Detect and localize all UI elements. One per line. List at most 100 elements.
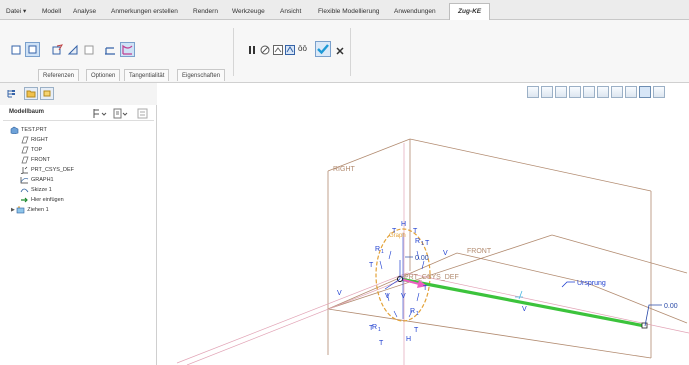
subtab-optionen[interactable]: Optionen (86, 69, 121, 81)
close-icon[interactable] (334, 45, 346, 57)
tree-item-sketch[interactable]: Skizze 1 (20, 185, 52, 195)
menu-bar: Datei ▾ Modell Analyse Anmerkungen erste… (0, 0, 689, 21)
viewport-canvas[interactable]: HT T R1 R1 TT VV TR 1 TR 1 HTT VV V RIGHT F… (157, 83, 689, 365)
svg-text:1: 1 (416, 311, 419, 317)
remove-material-icon[interactable] (51, 44, 63, 56)
annotation-display-icon[interactable] (639, 86, 651, 98)
thicken-icon[interactable] (67, 44, 79, 56)
tree-item-top[interactable]: TOP (20, 145, 42, 155)
graphics-area[interactable]: HTT R1 R1 TT VV TR1 TR1 HTT VV V RIGHT F… (157, 83, 689, 365)
display-style-icon[interactable] (583, 86, 595, 98)
part-icon (10, 126, 19, 134)
svg-text:T: T (379, 340, 384, 347)
checkmark-icon[interactable] (315, 41, 331, 57)
pause-icon[interactable] (246, 44, 258, 56)
tree-settings-icon[interactable] (92, 108, 107, 119)
tab-rendern[interactable]: Rendern (193, 5, 218, 19)
tab-zug-ke[interactable]: Zug-KE (449, 3, 491, 21)
tree-item-part[interactable]: TEST.PRT (10, 125, 47, 135)
model-tree-panel: Modellbaum TEST.PRT RIGHT TOP FRONT PRT_… (0, 83, 157, 365)
svg-text:T: T (425, 240, 430, 247)
repaint-icon[interactable] (569, 86, 581, 98)
preview-geometry-icon[interactable] (272, 44, 284, 56)
svg-text:1: 1 (421, 241, 424, 247)
dimension-1[interactable]: 0.00 (405, 255, 429, 262)
solid-sweep-icon[interactable] (10, 44, 22, 56)
datum-plane-icon (21, 136, 29, 143)
datum-display-icon[interactable] (625, 86, 637, 98)
glasses-icon[interactable]: ōō (298, 44, 307, 53)
tab-datei[interactable]: Datei ▾ (6, 5, 26, 19)
tab-flexible-modellierung[interactable]: Flexible Modellierung (318, 5, 379, 19)
svg-text:H: H (401, 221, 406, 228)
trajectory-end-point[interactable] (641, 322, 648, 329)
svg-text:T: T (413, 228, 418, 235)
graph-label: Graph (389, 233, 406, 239)
csys-icon (20, 166, 28, 174)
tree-item-label: Hier einfügen (31, 197, 64, 203)
datum-plane-icon (21, 156, 29, 163)
tree-item-right[interactable]: RIGHT (20, 135, 48, 145)
svg-text:T: T (414, 327, 419, 334)
tree-item-label: TEST.PRT (21, 127, 47, 133)
verify-mode-icon[interactable] (284, 44, 296, 56)
variable-section-icon[interactable] (120, 42, 135, 57)
tree-item-label: PRT_CSYS_DEF (31, 167, 74, 173)
svg-text:R: R (415, 238, 420, 245)
trajectory-origin-label: Ursprung (577, 280, 606, 287)
favorites-icon[interactable] (40, 87, 54, 100)
subtab-referenzen[interactable]: Referenzen (38, 69, 80, 81)
sketch-icon (20, 188, 29, 192)
tree-item-label: Skizze 1 (31, 187, 52, 193)
saved-orientations-icon[interactable] (597, 86, 609, 98)
model-tree-tab-icon[interactable] (6, 88, 17, 99)
subtab-eigenschaften[interactable]: Eigenschaften (177, 69, 226, 81)
tree-item-csys[interactable]: PRT_CSYS_DEF (20, 165, 74, 175)
svg-text:R: R (410, 308, 415, 315)
tab-anwendungen[interactable]: Anwendungen (394, 5, 436, 19)
tree-item-sweep[interactable]: ▶ Ziehen 1 (11, 205, 49, 215)
zoom-in-icon[interactable] (541, 86, 553, 98)
datum-plane-icon (21, 146, 29, 153)
view-manager-icon[interactable] (611, 86, 623, 98)
no-preview-icon[interactable] (259, 44, 271, 56)
subtab-tangentialitaet[interactable]: Tangentialität (124, 69, 170, 81)
dimension-value-2[interactable]: 0.00 (664, 303, 678, 310)
model-tree-title: Modellbaum (9, 109, 45, 115)
svg-text:V: V (443, 250, 448, 257)
svg-text:V: V (401, 293, 406, 300)
tree-item-label: FRONT (31, 157, 50, 163)
surface-sweep-icon[interactable] (25, 42, 40, 57)
trajectory-origin-annotation[interactable]: Ursprung (515, 280, 606, 300)
csys-axes-icon (384, 260, 401, 290)
tab-werkzeuge[interactable]: Werkzeuge (232, 5, 265, 19)
tab-anmerkungen[interactable]: Anmerkungen erstellen (111, 5, 178, 19)
datum-plane-top[interactable] (176, 143, 689, 365)
svg-text:1: 1 (378, 327, 381, 333)
csys-label: PRT_CSYS_DEF (404, 274, 459, 281)
folder-browser-icon[interactable] (24, 87, 38, 100)
dimension-value-1[interactable]: 0.00 (415, 255, 429, 262)
constant-section-icon[interactable] (104, 44, 116, 56)
app-window: Datei ▾ Modell Analyse Anmerkungen erste… (0, 0, 689, 365)
svg-text:T: T (369, 262, 374, 269)
surface-icon[interactable] (83, 44, 95, 56)
tree-item-front[interactable]: FRONT (20, 155, 50, 165)
tree-item-graph[interactable]: GRAPH1 (20, 175, 54, 185)
tree-filter-icon[interactable] (137, 108, 148, 119)
sweep-trajectory[interactable] (399, 277, 646, 328)
dimension-2[interactable]: 0.00 (644, 303, 678, 327)
ribbon: ōō Referenzen Optionen Tangentialität Ei… (0, 20, 689, 83)
tab-modell[interactable]: Modell (42, 5, 61, 19)
tab-analyse[interactable]: Analyse (73, 5, 96, 19)
plane-label-right: RIGHT (333, 166, 356, 173)
zoom-out-icon[interactable] (555, 86, 567, 98)
panel-toolbar (0, 83, 157, 105)
spin-center-icon[interactable] (653, 86, 665, 98)
tab-ansicht[interactable]: Ansicht (280, 5, 301, 19)
tree-item-insert-here[interactable]: Hier einfügen (20, 195, 64, 205)
plane-label-front: FRONT (467, 248, 492, 255)
refit-icon[interactable] (527, 86, 539, 98)
tree-show-icon[interactable] (113, 108, 128, 119)
svg-text:H: H (406, 336, 411, 343)
